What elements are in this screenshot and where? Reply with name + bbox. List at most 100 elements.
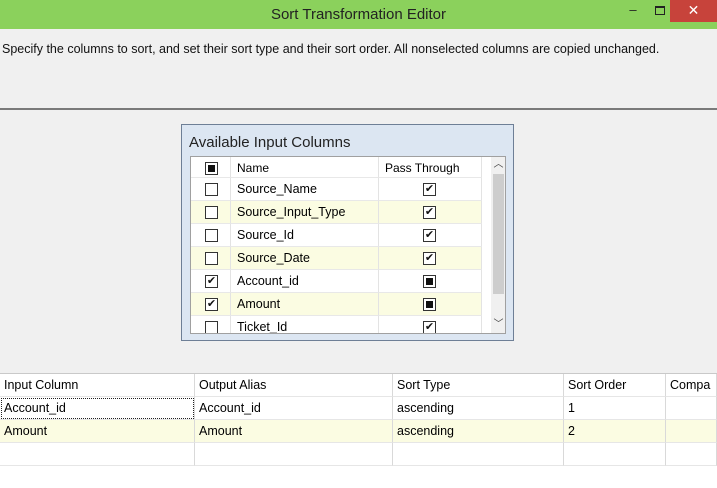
header-sort-order[interactable]: Sort Order [564, 374, 666, 397]
column-name: Source_Name [237, 182, 317, 196]
column-name-cell: Ticket_Id [231, 316, 379, 334]
sort-order-cell[interactable]: 2 [564, 420, 666, 443]
header-name: Name [231, 157, 379, 178]
checkmark-icon: ✔ [424, 252, 435, 264]
column-name-cell: Account_id [231, 270, 379, 293]
comparison-flags-cell[interactable] [666, 420, 717, 443]
available-columns-title: Available Input Columns [189, 134, 351, 151]
available-column-row[interactable]: Source_Id ✔ [191, 224, 482, 247]
pass-through-checkbox[interactable]: ✔ [423, 206, 436, 219]
pass-through-cell[interactable]: ✔ [379, 247, 482, 270]
sort-order-cell[interactable]: 1 [564, 397, 666, 420]
checkmark-icon: ✔ [206, 275, 217, 287]
column-name-cell: Amount [231, 293, 379, 316]
sort-type-cell[interactable]: ascending [393, 397, 564, 420]
available-column-row[interactable]: ✔ Account_id [191, 270, 482, 293]
header-output-alias[interactable]: Output Alias [195, 374, 393, 397]
column-select-checkbox[interactable] [205, 206, 218, 219]
sort-grid-header: Input Column Output Alias Sort Type Sort… [0, 374, 717, 397]
column-name-cell: Source_Input_Type [231, 201, 379, 224]
select-cell[interactable]: ✔ [191, 270, 231, 293]
column-name: Source_Date [237, 251, 310, 265]
pass-through-cell[interactable]: ✔ [379, 201, 482, 224]
pass-through-checkbox[interactable]: ✔ [423, 252, 436, 265]
available-column-row[interactable]: Source_Date ✔ [191, 247, 482, 270]
input-column-cell[interactable]: Amount [0, 420, 195, 443]
column-select-checkbox[interactable] [205, 252, 218, 265]
pass-through-checkbox[interactable]: ✔ [423, 321, 436, 333]
select-cell[interactable]: ✔ [191, 293, 231, 316]
header-input-column[interactable]: Input Column [0, 374, 195, 397]
sort-grid-row[interactable]: Amount Amount ascending 2 [0, 420, 717, 443]
scroll-thumb[interactable] [493, 174, 504, 294]
maximize-icon [655, 6, 665, 15]
empty-cell[interactable] [195, 443, 393, 466]
pass-through-cell[interactable] [379, 293, 482, 316]
header-comparison-flags[interactable]: Compa [666, 374, 717, 397]
empty-cell[interactable] [666, 443, 717, 466]
available-input-columns-panel: Available Input Columns Name Pass Throug… [181, 124, 514, 341]
sort-columns-grid: Input Column Output Alias Sort Type Sort… [0, 373, 717, 488]
sort-type-cell[interactable]: ascending [393, 420, 564, 443]
splitter[interactable] [0, 108, 717, 110]
comparison-flags-cell[interactable] [666, 397, 717, 420]
checkmark-icon: ✔ [424, 321, 435, 333]
column-name: Source_Input_Type [237, 205, 346, 219]
column-name-cell: Source_Name [231, 178, 379, 201]
header-sort-type[interactable]: Sort Type [393, 374, 564, 397]
available-columns-grid: Name Pass Through Source_Name ✔ Source_Inp… [190, 156, 506, 334]
scroll-up-icon[interactable]: ︿ [491, 157, 505, 173]
title-bar: Sort Transformation Editor – ✕ [0, 0, 717, 29]
column-name: Amount [237, 297, 281, 311]
column-select-checkbox[interactable] [205, 321, 218, 333]
select-cell[interactable] [191, 201, 231, 224]
vertical-scrollbar[interactable]: ︿ ﹀ [491, 157, 505, 333]
pass-through-checkbox[interactable] [423, 275, 436, 288]
available-column-row[interactable]: Ticket_Id ✔ [191, 316, 482, 334]
available-column-row[interactable]: Source_Name ✔ [191, 178, 482, 201]
column-name: Source_Id [237, 228, 294, 242]
indeterminate-icon [208, 165, 215, 172]
header-check-cell[interactable] [191, 157, 231, 178]
output-alias-cell[interactable]: Amount [195, 420, 393, 443]
pass-through-checkbox[interactable]: ✔ [423, 229, 436, 242]
available-grid-header: Name Pass Through [191, 157, 491, 178]
pass-through-checkbox[interactable] [423, 298, 436, 311]
empty-new-row[interactable] [0, 443, 717, 466]
column-select-checkbox[interactable]: ✔ [205, 298, 218, 311]
instructions-text: Specify the columns to sort, and set the… [2, 42, 660, 56]
pass-through-cell[interactable]: ✔ [379, 224, 482, 247]
sort-grid-row[interactable]: Account_id Account_id ascending 1 [0, 397, 717, 420]
pass-through-cell[interactable] [379, 270, 482, 293]
select-cell[interactable] [191, 224, 231, 247]
column-select-checkbox[interactable] [205, 183, 218, 196]
select-cell[interactable] [191, 247, 231, 270]
output-alias-cell[interactable]: Account_id [195, 397, 393, 420]
select-cell[interactable] [191, 316, 231, 333]
column-select-checkbox[interactable]: ✔ [205, 275, 218, 288]
column-name: Account_id [237, 274, 299, 288]
close-icon: ✕ [687, 2, 700, 18]
available-column-row[interactable]: ✔ Amount [191, 293, 482, 316]
scroll-down-icon[interactable]: ﹀ [491, 317, 505, 333]
checkmark-icon: ✔ [424, 206, 435, 218]
empty-cell[interactable] [0, 443, 195, 466]
select-all-checkbox[interactable] [205, 162, 218, 175]
input-column-cell[interactable]: Account_id [0, 397, 195, 420]
checkmark-icon: ✔ [206, 298, 217, 310]
minimize-button[interactable]: – [618, 0, 648, 22]
column-name: Ticket_Id [237, 320, 288, 334]
indeterminate-icon [426, 278, 433, 285]
checkmark-icon: ✔ [424, 183, 435, 195]
empty-cell[interactable] [393, 443, 564, 466]
pass-through-checkbox[interactable]: ✔ [423, 183, 436, 196]
available-column-row[interactable]: Source_Input_Type ✔ [191, 201, 482, 224]
pass-through-cell[interactable]: ✔ [379, 178, 482, 201]
column-select-checkbox[interactable] [205, 229, 218, 242]
close-button[interactable]: ✕ [670, 0, 717, 22]
select-cell[interactable] [191, 178, 231, 201]
pass-through-cell[interactable]: ✔ [379, 316, 482, 333]
empty-cell[interactable] [564, 443, 666, 466]
minimize-icon: – [629, 2, 637, 17]
column-name-cell: Source_Date [231, 247, 379, 270]
